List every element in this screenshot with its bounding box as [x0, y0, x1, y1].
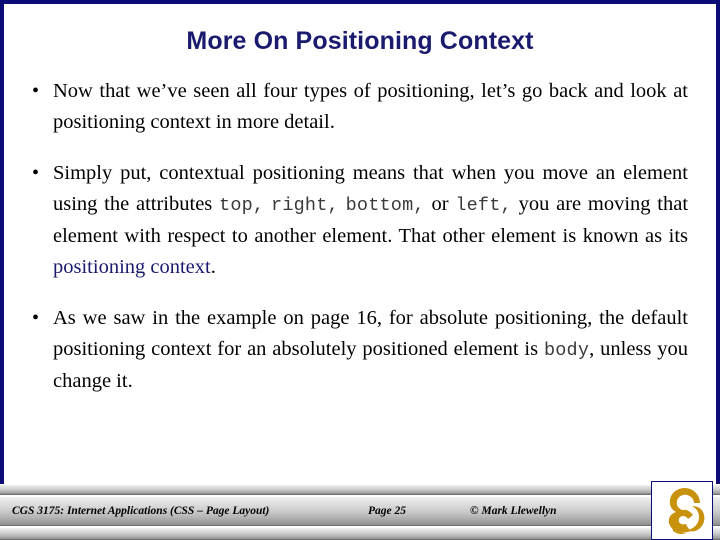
- bullet-text-1: Now that we’ve seen all four types of po…: [53, 76, 688, 138]
- footer-bar-top: [0, 484, 720, 495]
- bullet-item-3: • As we saw in the example on page 16, f…: [28, 303, 688, 397]
- ucf-pegasus-logo: [651, 481, 713, 540]
- bullet-text-3: As we saw in the example on page 16, for…: [53, 303, 688, 397]
- highlight-positioning-context: positioning context: [53, 256, 211, 278]
- bullet-2-segment-4: [339, 193, 346, 215]
- bullet-text-2: Simply put, contextual positioning means…: [53, 158, 688, 283]
- bullet-1-segment-0: Now that we’ve seen all four types of po…: [53, 80, 688, 133]
- bullet-marker-icon: •: [32, 80, 40, 102]
- bullet-marker-icon: •: [32, 162, 40, 184]
- footer-course-label: CGS 3175: Internet Applications (CSS – P…: [12, 505, 270, 517]
- footer-text-row: CGS 3175: Internet Applications (CSS – P…: [0, 496, 720, 526]
- slide-border-top: [0, 0, 720, 4]
- footer-bar-bottom: [0, 527, 720, 540]
- bullet-item-1: • Now that we’ve seen all four types of …: [28, 76, 688, 138]
- css-keyword-body: body: [543, 340, 590, 361]
- slide-title: More On Positioning Context: [186, 27, 534, 55]
- footer-page-number: Page 25: [368, 505, 407, 517]
- css-keyword-right: right,: [271, 195, 339, 216]
- bullet-2-segment-10: .: [210, 256, 216, 278]
- slide-canvas: More On Positioning Context • Now that w…: [0, 0, 720, 540]
- css-keyword-left: left,: [455, 195, 512, 216]
- bullet-item-2: • Simply put, contextual positioning mea…: [28, 158, 688, 283]
- slide-footer: CGS 3175: Internet Applications (CSS – P…: [0, 484, 720, 540]
- css-keyword-bottom: bottom,: [345, 195, 425, 216]
- bullet-marker-icon: •: [32, 307, 40, 329]
- bullet-2-segment-2: [264, 193, 271, 215]
- css-keyword-top: top,: [219, 195, 265, 216]
- footer-copyright-label: © Mark Llewellyn: [470, 505, 557, 517]
- slide-border-left: [0, 0, 4, 490]
- slide-border-right: [716, 0, 720, 490]
- slide-body: • Now that we’ve seen all four types of …: [28, 76, 688, 397]
- bullet-2-segment-6: or: [424, 193, 456, 215]
